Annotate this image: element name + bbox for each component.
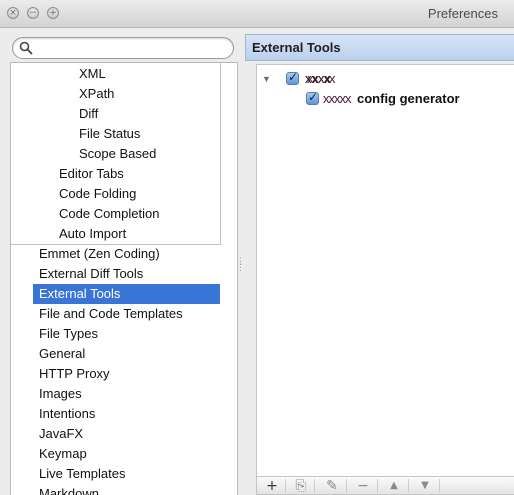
splitter-handle[interactable]: ⋮ ⋮ <box>236 257 245 276</box>
pencil-icon: ✎ <box>326 478 338 494</box>
tools-toolbar: + ⎘ ✎ − ▲ ▼ <box>256 476 514 495</box>
tree-item-file-status[interactable]: File Status <box>79 124 140 144</box>
remove-tool-button[interactable]: − <box>352 477 374 495</box>
tree-item-javafx[interactable]: JavaFX <box>39 424 83 444</box>
tool-item-label[interactable]: config generator <box>357 91 460 106</box>
plus-icon: + <box>266 478 278 494</box>
toolbar-divider <box>346 479 347 493</box>
tree-item-http-proxy[interactable]: HTTP Proxy <box>39 364 110 384</box>
toolbar-divider <box>439 479 440 493</box>
search-field[interactable] <box>12 37 234 59</box>
toolbar-divider <box>377 479 378 493</box>
tree-item-file-types[interactable]: File Types <box>39 324 98 344</box>
tree-item-emmet[interactable]: Emmet (Zen Coding) <box>39 244 160 264</box>
tree-item-live-templates[interactable]: Live Templates <box>39 464 125 484</box>
toolbar-divider <box>285 479 286 493</box>
tool-checkbox[interactable]: ✓ <box>306 90 319 105</box>
toolbar-divider <box>408 479 409 493</box>
close-icon: × <box>9 8 17 18</box>
search-input[interactable] <box>37 40 227 56</box>
external-tools-tree[interactable]: ▼ ✓ xxxx xxxxx ✓ xxxxx config generator <box>256 64 514 476</box>
tree-item-images[interactable]: Images <box>39 384 82 404</box>
minimize-icon: − <box>29 8 37 18</box>
group-checkbox[interactable]: ✓ <box>286 70 299 85</box>
add-tool-button[interactable]: + <box>261 477 283 495</box>
disclosure-triangle-icon[interactable]: ▼ <box>262 75 272 84</box>
search-icon <box>19 41 33 55</box>
tree-item-editor-tabs[interactable]: Editor Tabs <box>59 164 124 184</box>
redaction-scribble: xxxxx <box>307 71 335 86</box>
minus-icon: − <box>357 478 369 494</box>
title-bar: × − + Preferences <box>0 0 514 28</box>
copy-tool-button[interactable]: ⎘ <box>290 477 312 495</box>
tree-item-scope-based[interactable]: Scope Based <box>79 144 156 164</box>
edit-tool-button[interactable]: ✎ <box>321 477 343 495</box>
settings-tree[interactable]: XML XPath Diff File Status Scope Based E… <box>10 62 238 495</box>
copy-icon: ⎘ <box>295 478 307 494</box>
arrow-up-icon: ▲ <box>390 480 398 491</box>
window-title: Preferences <box>427 6 498 21</box>
arrow-down-icon: ▼ <box>421 480 429 491</box>
tree-item-external-diff-tools[interactable]: External Diff Tools <box>39 264 143 284</box>
tree-item-code-folding[interactable]: Code Folding <box>59 184 136 204</box>
minimize-window-button[interactable]: − <box>27 7 39 19</box>
redaction-scribble: xxxxx <box>323 91 351 106</box>
nested-settings-group: XML XPath Diff File Status Scope Based E… <box>11 63 221 245</box>
tree-item-xml[interactable]: XML <box>79 64 106 84</box>
toolbar-divider <box>314 479 315 493</box>
tree-item-markdown[interactable]: Markdown <box>39 484 99 495</box>
tree-item-keymap[interactable]: Keymap <box>39 444 87 464</box>
tree-item-auto-import[interactable]: Auto Import <box>59 224 126 244</box>
tree-item-code-completion[interactable]: Code Completion <box>59 204 159 224</box>
panel-title: External Tools <box>252 40 341 55</box>
checkmark-icon: ✓ <box>288 70 299 84</box>
panel-header: External Tools <box>245 34 514 61</box>
tree-item-general[interactable]: General <box>39 344 85 364</box>
zoom-icon: + <box>49 8 57 18</box>
tree-item-file-and-code-templates[interactable]: File and Code Templates <box>39 304 183 324</box>
close-window-button[interactable]: × <box>7 7 19 19</box>
tree-item-diff[interactable]: Diff <box>79 104 98 124</box>
move-up-button[interactable]: ▲ <box>383 477 405 495</box>
checkmark-icon: ✓ <box>308 90 319 104</box>
tree-item-intentions[interactable]: Intentions <box>39 404 95 424</box>
tree-item-external-tools[interactable]: External Tools <box>33 284 220 304</box>
tree-item-xpath[interactable]: XPath <box>79 84 114 104</box>
move-down-button[interactable]: ▼ <box>414 477 436 495</box>
zoom-window-button[interactable]: + <box>47 7 59 19</box>
